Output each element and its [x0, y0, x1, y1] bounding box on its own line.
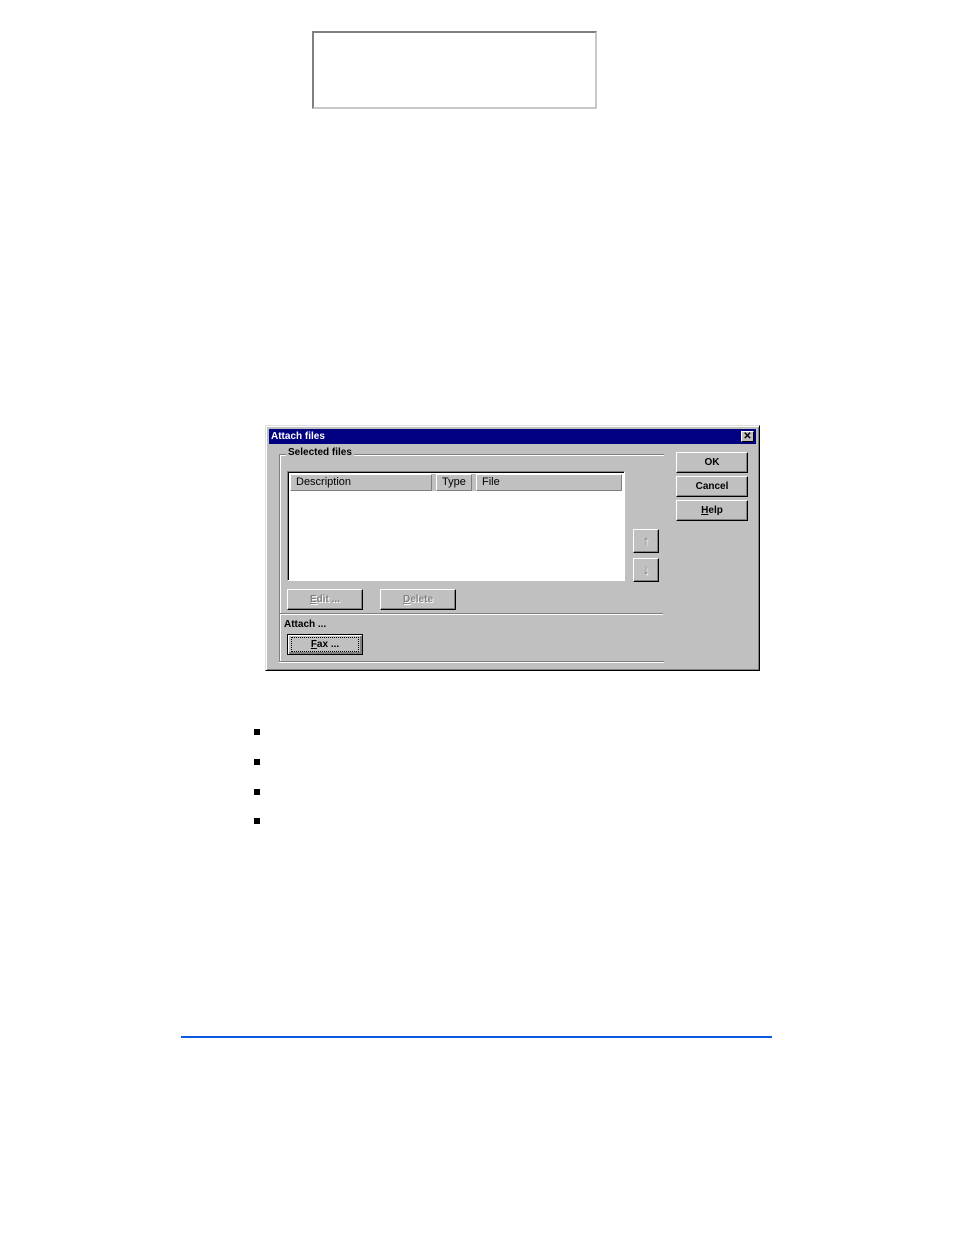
title-bar: Attach files ✕: [269, 429, 756, 444]
bullet-icon: [254, 759, 260, 765]
help-label: elp: [708, 505, 723, 516]
edit-label: dit ...: [316, 594, 340, 605]
fax-label: ax ...: [316, 639, 340, 650]
arrow-down-icon: ↓: [642, 562, 650, 577]
bullet-icon: [254, 789, 260, 795]
ok-button[interactable]: OK: [676, 452, 748, 473]
column-header-type[interactable]: Type: [436, 474, 472, 491]
column-header-description[interactable]: Description: [290, 474, 432, 491]
bullet-icon: [254, 729, 260, 735]
attach-label: Attach ...: [284, 619, 327, 630]
horizontal-rule: [181, 1036, 772, 1038]
separator: [280, 613, 663, 615]
empty-text-box: [312, 31, 597, 109]
help-button[interactable]: Help: [676, 500, 748, 521]
dialog-title: Attach files: [271, 431, 325, 442]
attach-files-dialog: Attach files ✕ Selected files Descriptio…: [265, 425, 760, 671]
cancel-button[interactable]: Cancel: [676, 476, 748, 497]
move-down-button[interactable]: ↓: [633, 558, 659, 582]
close-icon: ✕: [743, 431, 752, 442]
arrow-up-icon: ↑: [642, 533, 650, 548]
bullet-icon: [254, 818, 260, 824]
focus-rect: Fax ...: [291, 637, 359, 652]
fax-button[interactable]: Fax ...: [287, 634, 363, 655]
column-header-file[interactable]: File: [476, 474, 622, 491]
edit-mnemonic: E: [309, 594, 317, 605]
close-button[interactable]: ✕: [741, 431, 754, 442]
delete-label: elete: [410, 594, 434, 605]
delete-button[interactable]: Delete: [380, 589, 456, 610]
selected-files-list[interactable]: Description Type File: [287, 471, 625, 581]
list-header: Description Type File: [290, 474, 622, 491]
edit-button[interactable]: Edit ...: [287, 589, 363, 610]
selected-files-label: Selected files: [286, 447, 354, 458]
move-up-button[interactable]: ↑: [633, 529, 659, 553]
